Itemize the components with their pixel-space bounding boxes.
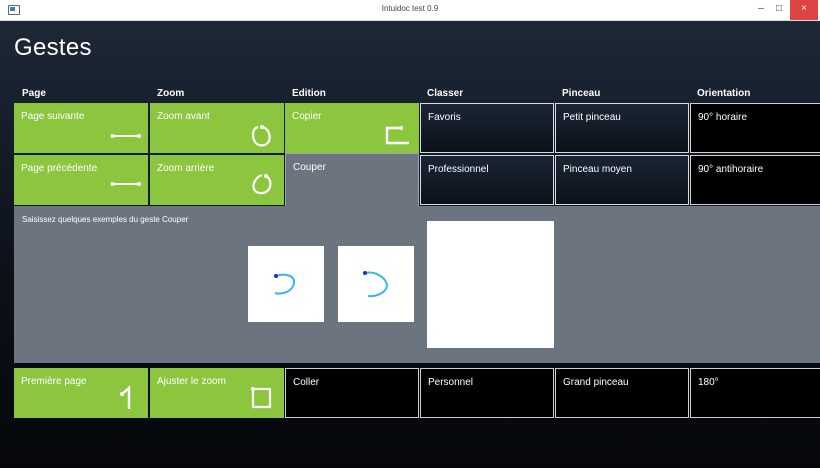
gesture-tile-premiere-page[interactable]: Première page bbox=[14, 368, 148, 418]
column-header-classer: Classer bbox=[427, 88, 464, 99]
gesture-tile-90-horaire[interactable]: 90° horaire bbox=[690, 103, 820, 153]
hook-stroke-icon bbox=[385, 126, 409, 145]
gesture-tile-180[interactable]: 180° bbox=[690, 368, 820, 418]
gesture-tile-petit-pinceau[interactable]: Petit pinceau bbox=[555, 103, 689, 153]
number-one-icon bbox=[120, 385, 131, 409]
column-header-page: Page bbox=[22, 88, 46, 99]
gesture-label: Page précédente bbox=[21, 163, 98, 174]
gesture-label: Ajuster le zoom bbox=[157, 376, 226, 387]
gesture-label: Zoom arrière bbox=[157, 163, 215, 174]
gesture-tile-90-antihoraire[interactable]: 90° antihoraire bbox=[690, 155, 820, 205]
gesture-label: Grand pinceau bbox=[563, 377, 629, 388]
minimize-button[interactable]: – bbox=[752, 0, 770, 20]
maximize-button[interactable]: □ bbox=[770, 0, 788, 20]
gesture-label: Coller bbox=[293, 377, 320, 388]
gesture-label: Petit pinceau bbox=[563, 112, 621, 123]
gesture-label: Première page bbox=[21, 376, 87, 387]
column-header-orientation: Orientation bbox=[697, 88, 751, 99]
gesture-sample bbox=[248, 246, 324, 322]
gesture-tile-copier[interactable]: Copier bbox=[285, 103, 419, 153]
sample-stroke bbox=[363, 271, 389, 298]
gesture-tile-grand-pinceau[interactable]: Grand pinceau bbox=[555, 368, 689, 418]
instruction-text: Saisissez quelques exemples du geste Cou… bbox=[22, 215, 189, 224]
arrow-right-icon bbox=[110, 134, 141, 138]
close-button[interactable]: × bbox=[790, 0, 818, 20]
gesture-drawing-canvas[interactable] bbox=[427, 221, 554, 348]
gesture-training-panel bbox=[14, 206, 820, 363]
gesture-tile-couper[interactable]: Couper bbox=[285, 153, 419, 207]
column-header-pinceau: Pinceau bbox=[562, 88, 601, 99]
square-stroke-icon bbox=[251, 387, 272, 409]
gesture-label: 90° horaire bbox=[698, 112, 748, 123]
sample-stroke bbox=[274, 273, 296, 295]
gesture-label: 180° bbox=[698, 377, 719, 388]
gesture-sample bbox=[338, 246, 414, 322]
gesture-tile-zoom-avant[interactable]: Zoom avant bbox=[150, 103, 284, 153]
gesture-tile-favoris[interactable]: Favoris bbox=[420, 103, 554, 153]
title-bar: Intuidoc test 0.9 – □ × bbox=[0, 0, 820, 21]
gesture-label: 90° antihoraire bbox=[698, 164, 764, 175]
circle-counterclockwise-icon bbox=[252, 173, 272, 195]
circle-clockwise-icon bbox=[251, 125, 271, 147]
gesture-tile-page-precedente[interactable]: Page précédente bbox=[14, 155, 148, 205]
column-header-zoom: Zoom bbox=[157, 88, 185, 99]
gesture-tile-ajuster-le-zoom[interactable]: Ajuster le zoom bbox=[150, 368, 284, 418]
gesture-label: Favoris bbox=[428, 112, 461, 123]
app-window: Intuidoc test 0.9 – □ × Gestes Page Zoom… bbox=[0, 0, 820, 468]
window-title: Intuidoc test 0.9 bbox=[381, 4, 439, 13]
gesture-label: Professionnel bbox=[428, 164, 489, 175]
gesture-tile-zoom-arriere[interactable]: Zoom arrière bbox=[150, 155, 284, 205]
column-header-edition: Edition bbox=[292, 88, 326, 99]
gesture-tile-pinceau-moyen[interactable]: Pinceau moyen bbox=[555, 155, 689, 205]
gesture-tile-personnel[interactable]: Personnel bbox=[420, 368, 554, 418]
gesture-label: Page suivante bbox=[21, 111, 85, 122]
gesture-label: Zoom avant bbox=[157, 111, 210, 122]
page-title: Gestes bbox=[14, 34, 92, 61]
gesture-tile-professionnel[interactable]: Professionnel bbox=[420, 155, 554, 205]
gesture-tile-coller[interactable]: Coller bbox=[285, 368, 419, 418]
arrow-right-icon bbox=[110, 182, 141, 186]
gesture-label: Pinceau moyen bbox=[563, 164, 632, 175]
gesture-tile-page-suivante[interactable]: Page suivante bbox=[14, 103, 148, 153]
gesture-label: Personnel bbox=[428, 377, 474, 388]
gesture-label: Copier bbox=[292, 111, 322, 122]
gesture-label: Couper bbox=[293, 162, 326, 173]
